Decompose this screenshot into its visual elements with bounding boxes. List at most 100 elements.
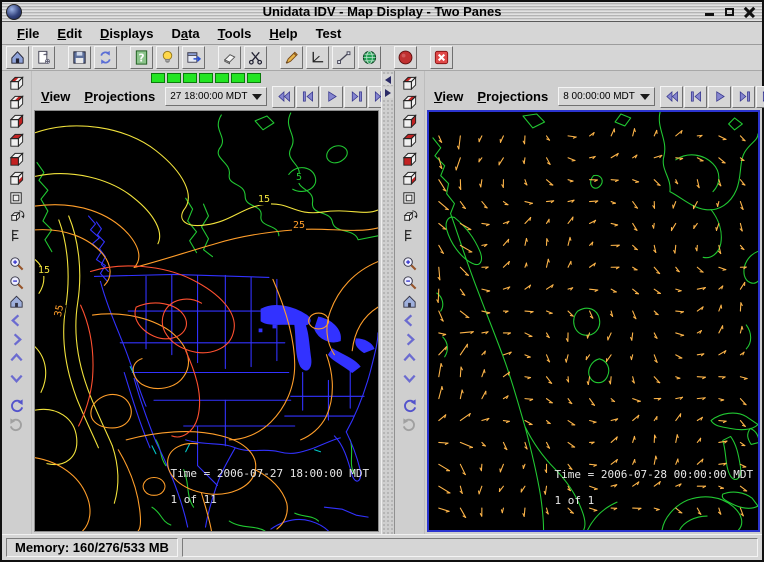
vertical-scale-button[interactable] [398, 226, 421, 245]
window-title: Unidata IDV - Map Display - Two Panes [2, 2, 762, 21]
time-box[interactable] [199, 73, 213, 83]
time-box[interactable] [215, 73, 229, 83]
vertical-scale-button[interactable] [5, 226, 28, 245]
menu-edit[interactable]: Edit [48, 24, 91, 43]
right-pane-menu-view[interactable]: View [427, 89, 470, 104]
go-to-end-button[interactable] [756, 86, 764, 108]
play-button[interactable] [320, 86, 343, 108]
transect-button[interactable] [332, 46, 355, 69]
viewpoint-south-button[interactable] [398, 150, 421, 169]
globe-display-button[interactable] [358, 46, 381, 69]
cut-button[interactable] [244, 46, 267, 69]
right-pane-header: ViewProjections 8 00:00:00 MDT [425, 84, 762, 109]
minimize-button[interactable] [702, 5, 716, 18]
close-button[interactable] [742, 5, 756, 18]
new-display-button[interactable] [32, 46, 55, 69]
home-button[interactable] [6, 46, 29, 69]
left-map-canvas[interactable]: 15 15 25 35 5 Time = 2006-07-27 18:00:00… [34, 110, 379, 532]
zoom-in-button[interactable] [5, 254, 28, 273]
viewpoint-east-button[interactable] [398, 131, 421, 150]
viewpoint-top-button[interactable] [5, 74, 28, 93]
close-window-button[interactable] [430, 46, 453, 69]
time-animation-boxes-right [425, 71, 762, 84]
undo-button[interactable] [5, 396, 28, 415]
zoom-out-button[interactable] [398, 273, 421, 292]
maximize-button[interactable] [722, 5, 736, 18]
viewpoint-bottom-button[interactable] [5, 93, 28, 112]
step-forward-button[interactable] [344, 86, 367, 108]
time-box[interactable] [151, 73, 165, 83]
right-side-toolbar [395, 71, 425, 534]
minimize-icon [705, 13, 714, 16]
show-tips-button[interactable] [156, 46, 179, 69]
time-animation-boxes-left[interactable] [32, 71, 381, 84]
reset-view-button[interactable] [398, 292, 421, 311]
undo-button[interactable] [398, 396, 421, 415]
splitter-collapse-right-button[interactable] [383, 87, 393, 98]
rotate-view-button[interactable] [5, 207, 28, 226]
save-button[interactable] [68, 46, 91, 69]
angle-probe-button[interactable] [306, 46, 329, 69]
time-select-left[interactable]: 27 18:00:00 MDT [165, 87, 267, 106]
play-button[interactable] [708, 86, 731, 108]
step-back-button[interactable] [684, 86, 707, 108]
pan-left-button[interactable] [398, 311, 421, 330]
title-bar[interactable]: Unidata IDV - Map Display - Two Panes [2, 2, 762, 22]
pan-right-button[interactable] [5, 330, 28, 349]
pan-right-button[interactable] [398, 330, 421, 349]
app-window: Unidata IDV - Map Display - Two Panes Fi… [0, 0, 764, 562]
pan-down-button[interactable] [5, 368, 28, 387]
pan-down-button[interactable] [398, 368, 421, 387]
right-pane-menu-projections[interactable]: Projections [470, 89, 555, 104]
viewpoint-west-button[interactable] [398, 169, 421, 188]
left-pane-menu-view[interactable]: View [34, 89, 77, 104]
contour-label-15-west: 15 [37, 266, 51, 276]
left-pane-menu-projections[interactable]: Projections [77, 89, 162, 104]
show-dashboard-button[interactable]: ? [130, 46, 153, 69]
refresh-button[interactable] [94, 46, 117, 69]
right-map-canvas[interactable]: Time = 2006-07-28 00:00:00 MDT 1 of 1 [427, 110, 760, 532]
go-to-start-button[interactable] [660, 86, 683, 108]
step-forward-button[interactable] [732, 86, 755, 108]
pan-up-button[interactable] [5, 349, 28, 368]
time-select-right[interactable]: 8 00:00:00 MDT [558, 87, 655, 106]
export-image-button[interactable] [182, 46, 205, 69]
svg-text:?: ? [138, 52, 144, 64]
time-box[interactable] [167, 73, 181, 83]
app-icon [6, 4, 22, 20]
parallel-view-button[interactable] [5, 188, 28, 207]
viewpoint-top-button[interactable] [398, 74, 421, 93]
menu-help[interactable]: Help [260, 24, 306, 43]
stop-loads-button[interactable] [394, 46, 417, 69]
redo-button[interactable] [5, 415, 28, 434]
time-box[interactable] [231, 73, 245, 83]
rotate-view-button[interactable] [398, 207, 421, 226]
reset-view-button[interactable] [5, 292, 28, 311]
viewpoint-east-button[interactable] [5, 131, 28, 150]
redo-button[interactable] [398, 415, 421, 434]
pan-left-button[interactable] [5, 311, 28, 330]
parallel-view-button[interactable] [398, 188, 421, 207]
viewpoint-west-button[interactable] [5, 169, 28, 188]
viewpoint-south-button[interactable] [5, 150, 28, 169]
menu-tools[interactable]: Tools [209, 24, 261, 43]
menu-data[interactable]: Data [162, 24, 208, 43]
dropdown-arrow-icon [252, 94, 262, 100]
step-back-button[interactable] [296, 86, 319, 108]
drawing-control-button[interactable] [280, 46, 303, 69]
menu-test[interactable]: Test [307, 24, 351, 43]
time-box[interactable] [247, 73, 261, 83]
viewpoint-bottom-button[interactable] [398, 93, 421, 112]
pan-up-button[interactable] [398, 349, 421, 368]
menu-file[interactable]: File [8, 24, 48, 43]
viewpoint-north-button[interactable] [5, 112, 28, 131]
time-box[interactable] [183, 73, 197, 83]
zoom-out-button[interactable] [5, 273, 28, 292]
splitter-collapse-left-button[interactable] [383, 74, 393, 85]
erase-displays-button[interactable] [218, 46, 241, 69]
go-to-start-button[interactable] [272, 86, 295, 108]
viewpoint-north-button[interactable] [398, 112, 421, 131]
zoom-in-button[interactable] [398, 254, 421, 273]
pane-splitter[interactable] [381, 71, 395, 534]
menu-displays[interactable]: Displays [91, 24, 162, 43]
